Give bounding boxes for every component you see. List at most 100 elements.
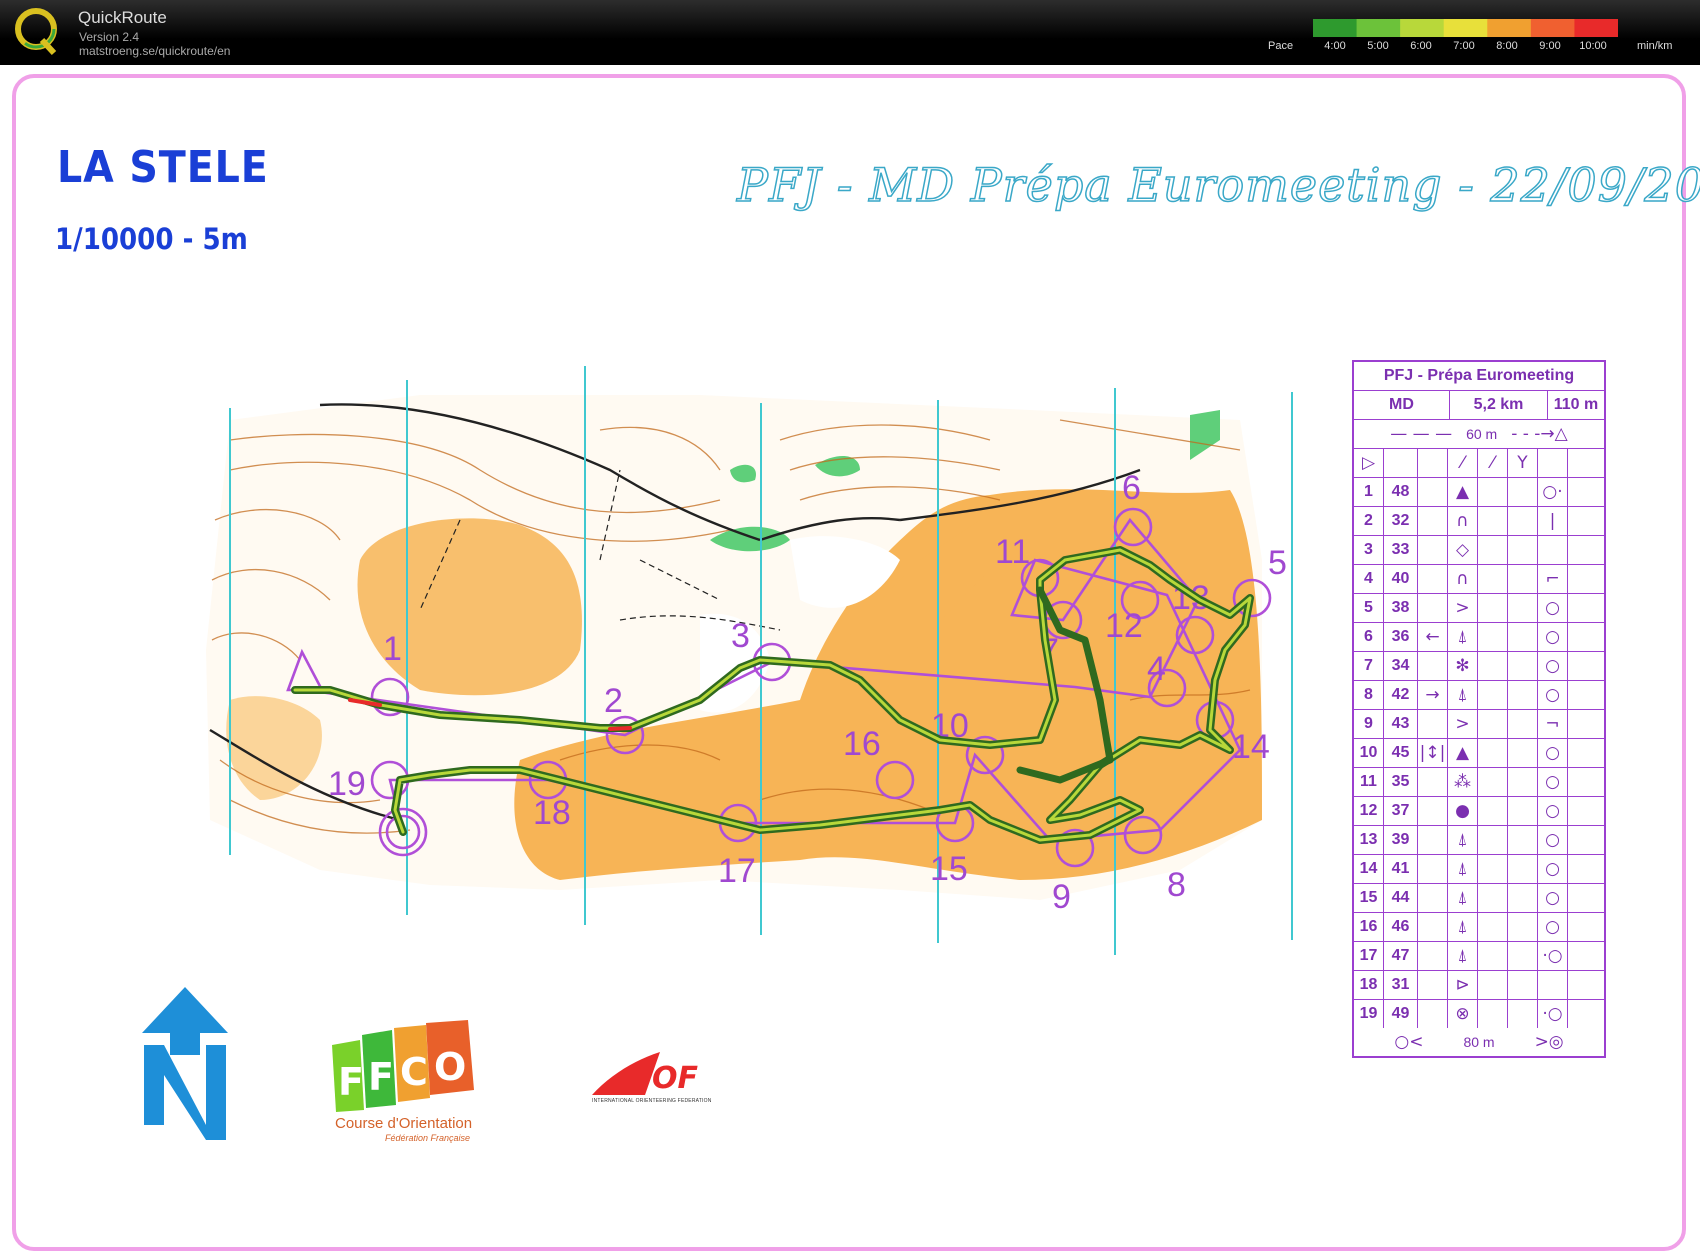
cd-location-icon [1538,971,1568,999]
cd-row: 18 31 ⊳ [1354,971,1604,1000]
cd-control-code: 38 [1384,594,1418,622]
cd-feature-icon: ▲ [1448,478,1478,506]
cd-control-number: 2 [1354,507,1384,535]
cd-other [1568,681,1604,709]
cd-which-feature: → [1418,681,1448,709]
cd-dimensions [1508,623,1538,651]
cd-feature-icon: ⍋ [1448,942,1478,970]
start-triangle-icon: ▷ [1354,449,1384,477]
cd-location-icon: ○ [1538,826,1568,854]
cd-location-icon: ○ [1538,768,1568,796]
control-number: 14 [1232,728,1270,766]
cd-control-code: 33 [1384,536,1418,564]
cd-row: 8 42 → ⍋ ○ [1354,681,1604,710]
cd-other [1568,710,1604,738]
control-number: 5 [1268,544,1287,582]
cd-feature-icon: ∩ [1448,507,1478,535]
cd-finish-marking-distance: 80 m [1463,1034,1495,1050]
cd-appearance [1478,971,1508,999]
finish-circle-icon: >◎ [1534,1032,1564,1052]
cd-appearance [1478,855,1508,883]
iof-text: INTERNATIONAL ORIENTEERING FEDERATION [592,1098,712,1104]
cd-location-icon: ·○ [1538,942,1568,970]
cd-control-rows: 1 48 ▲ ○· 2 32 ∩ | 3 33 ◇ 4 40 ∩ ⌐ 5 38 > ○ 6 36 ← ⍋ ○ 7 34 ✻ ○ 8 42 →… [1354,478,1604,1028]
cd-row: 5 38 > ○ [1354,594,1604,623]
cd-other [1568,623,1604,651]
cd-control-number: 8 [1354,681,1384,709]
cd-finish-marking: ○< 80 m >◎ [1354,1028,1604,1056]
cd-control-code: 36 [1384,623,1418,651]
cd-control-code: 46 [1384,913,1418,941]
cd-control-code: 34 [1384,652,1418,680]
cd-location-icon: ○ [1538,797,1568,825]
cd-feature-icon: > [1448,710,1478,738]
cd-dimensions [1508,478,1538,506]
cd-location-icon: ○ [1538,739,1568,767]
ffco-subtitle: Fédération Française [385,1133,471,1143]
cd-location-icon: ○· [1538,478,1568,506]
cd-dimensions [1508,739,1538,767]
cd-location-icon: ○ [1538,913,1568,941]
cd-dimensions [1508,826,1538,854]
cd-control-code: 48 [1384,478,1418,506]
cd-start-row: ▷ ⁄ ⁄ Y [1354,449,1604,478]
cd-appearance [1478,594,1508,622]
cd-location-icon: ¬ [1538,710,1568,738]
cd-course-info: MD 5,2 km 110 m [1354,391,1604,420]
control-number: 11 [995,533,1030,571]
cd-row: 4 40 ∩ ⌐ [1354,565,1604,594]
cd-dimensions [1508,594,1538,622]
cd-which-feature [1418,971,1448,999]
cd-appearance [1478,478,1508,506]
junction-icon: Y [1508,449,1538,477]
cd-which-feature [1418,855,1448,883]
cd-which-feature [1418,478,1448,506]
svg-text:F: F [368,1055,394,1099]
cd-appearance [1478,507,1508,535]
cd-location-icon [1538,536,1568,564]
cd-row: 17 47 ⍋ ·○ [1354,942,1604,971]
cd-which-feature [1418,768,1448,796]
cd-appearance [1478,768,1508,796]
control-number: 8 [1167,866,1186,904]
cd-other [1568,768,1604,796]
cd-row: 3 33 ◇ [1354,536,1604,565]
cd-which-feature [1418,797,1448,825]
cd-control-number: 4 [1354,565,1384,593]
control-description-sheet: PFJ - Prépa Euromeeting MD 5,2 km 110 m … [1352,360,1606,1058]
cd-which-feature [1418,536,1448,564]
cd-location-icon: ○ [1538,855,1568,883]
cd-feature-icon: ⊳ [1448,971,1478,999]
control-number: 19 [328,765,366,803]
cd-location-icon: ⌐ [1538,565,1568,593]
cd-control-number: 19 [1354,1000,1384,1028]
cd-which-feature: |↕| [1418,739,1448,767]
cd-feature-icon: ⍋ [1448,855,1478,883]
cd-feature-icon: ⍋ [1448,681,1478,709]
control-number: 2 [604,682,623,720]
cd-dimensions [1508,855,1538,883]
cd-dimensions [1508,652,1538,680]
cd-which-feature [1418,652,1448,680]
start-to-triangle-icon: - - -→△ [1511,424,1568,444]
cd-dimensions [1508,1000,1538,1028]
control-number: 15 [930,850,968,888]
cd-length: 5,2 km [1450,391,1548,419]
cd-other [1568,536,1604,564]
cd-other [1568,1000,1604,1028]
cd-location-icon: ○ [1538,681,1568,709]
cd-appearance [1478,913,1508,941]
cd-dimensions [1508,768,1538,796]
cd-control-number: 12 [1354,797,1384,825]
cd-appearance [1478,710,1508,738]
cd-control-code: 49 [1384,1000,1418,1028]
control-number: 9 [1052,878,1071,916]
cd-other [1568,971,1604,999]
cd-which-feature [1418,594,1448,622]
cd-control-code: 47 [1384,942,1418,970]
cd-feature-icon: > [1448,594,1478,622]
cd-feature-icon: ▲ [1448,739,1478,767]
cd-other [1568,797,1604,825]
cd-control-number: 13 [1354,826,1384,854]
cd-control-number: 16 [1354,913,1384,941]
